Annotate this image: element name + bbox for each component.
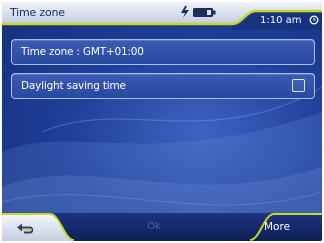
ok-label: Ok (147, 221, 161, 232)
battery-icon (193, 8, 216, 17)
back-button[interactable] (2, 213, 68, 241)
daylight-saving-label: Daylight saving time (21, 80, 126, 92)
time-zone-label: Time zone : GMT+01:00 (21, 46, 144, 58)
title-bar: Time zone 1:10 am (2, 2, 322, 30)
daylight-saving-checkbox[interactable] (292, 79, 305, 92)
more-button[interactable]: More (254, 213, 322, 241)
time-zone-row[interactable]: Time zone : GMT+01:00 (11, 39, 315, 65)
clock-time: 1:10 am (260, 15, 302, 26)
back-arrow-icon (17, 223, 34, 234)
ok-button[interactable]: Ok (122, 213, 186, 241)
bottom-bar: Ok More (2, 213, 322, 241)
alarm-clock-icon (309, 15, 319, 25)
power-plug-icon (181, 6, 189, 18)
more-label: More (264, 221, 291, 233)
background-wave-decoration (2, 86, 322, 241)
page-title: Time zone (10, 6, 65, 19)
time-zone-screen: Time zone 1:10 am Time zone : GMT+01:00 … (2, 2, 322, 241)
status-indicators (181, 6, 216, 18)
daylight-saving-row[interactable]: Daylight saving time (11, 73, 315, 99)
